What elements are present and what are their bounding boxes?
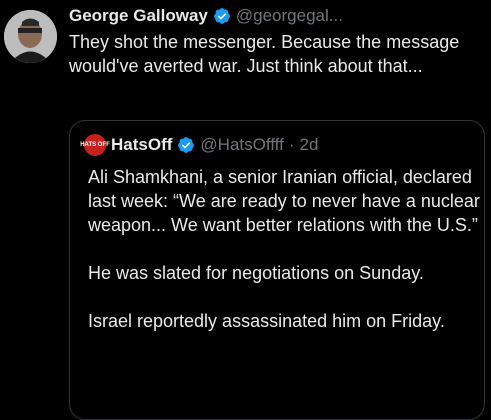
avatar[interactable] bbox=[4, 10, 57, 63]
quoted-author-name[interactable]: HatsOff bbox=[111, 133, 172, 157]
quoted-paragraph: Ali Shamkhani, a senior Iranian official… bbox=[88, 167, 480, 235]
author-handle[interactable]: @georgegal... bbox=[236, 4, 343, 28]
quoted-tweet[interactable]: HATS OFF HatsOff @HatsOffff · 2d Ali Sha… bbox=[69, 120, 485, 420]
quoted-timestamp[interactable]: 2d bbox=[299, 133, 318, 157]
quoted-author-handle[interactable]: @HatsOffff bbox=[200, 133, 283, 157]
quoted-paragraph: Israel reportedly assassinated him on Fr… bbox=[88, 311, 445, 331]
tweet-header: George Galloway @georgegal... bbox=[69, 4, 343, 28]
quoted-tweet-text: Ali Shamkhani, a senior Iranian official… bbox=[88, 165, 480, 357]
avatar-image bbox=[4, 10, 57, 63]
quoted-verified-badge-icon bbox=[178, 137, 195, 153]
verified-badge-icon bbox=[214, 8, 230, 24]
separator-dot: · bbox=[288, 135, 295, 154]
quoted-paragraph: He was slated for negotiations on Sunday… bbox=[88, 263, 424, 283]
quoted-tweet-header: HATS OFF HatsOff @HatsOffff · 2d bbox=[80, 133, 318, 157]
quoted-avatar[interactable]: HATS OFF bbox=[80, 134, 110, 156]
tweet-text: They shot the messenger. Because the mes… bbox=[69, 32, 460, 76]
author-name[interactable]: George Galloway bbox=[69, 4, 208, 28]
